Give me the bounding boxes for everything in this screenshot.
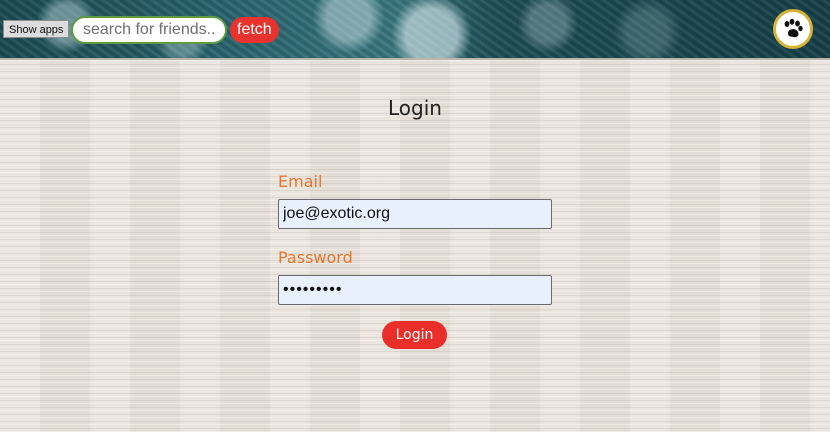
fetch-button[interactable]: fetch	[230, 17, 279, 43]
page-title: Login	[388, 96, 442, 120]
header-banner: Show apps fetch	[0, 0, 830, 60]
avatar[interactable]	[773, 9, 813, 49]
paw-icon	[784, 18, 803, 38]
login-button[interactable]: Login	[382, 321, 447, 349]
email-field[interactable]	[278, 199, 552, 229]
show-apps-button[interactable]: Show apps	[3, 20, 70, 38]
password-field[interactable]	[278, 275, 552, 305]
email-label: Email	[278, 172, 323, 191]
search-input[interactable]	[71, 16, 227, 44]
password-label: Password	[278, 248, 353, 267]
